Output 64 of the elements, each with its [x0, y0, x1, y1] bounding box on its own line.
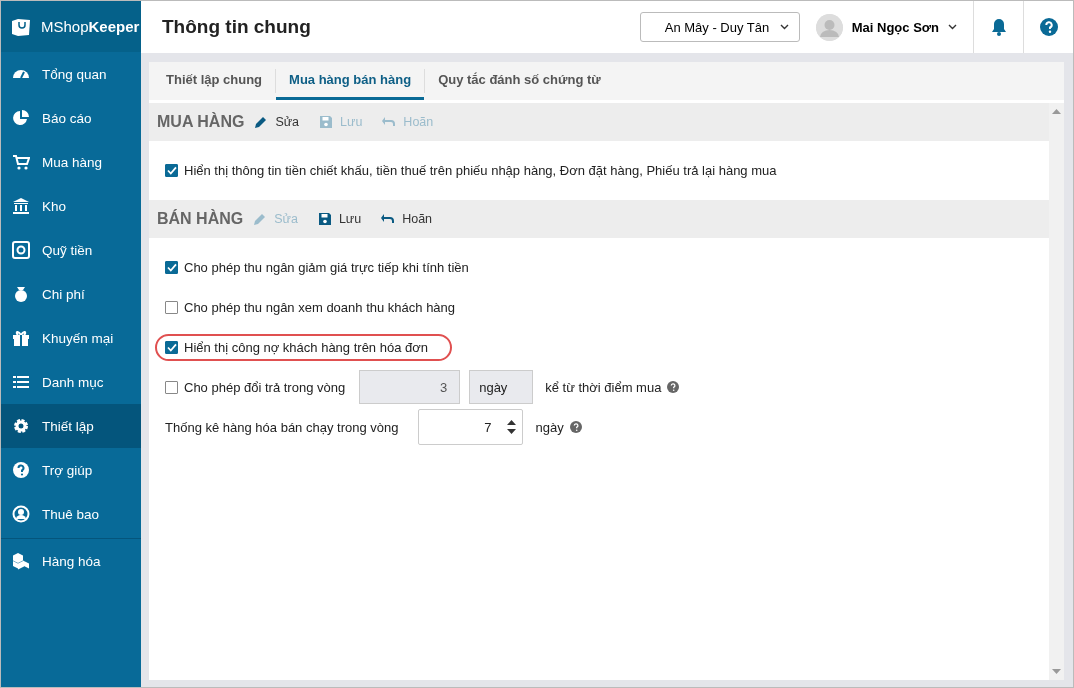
nav-icon: [12, 329, 30, 347]
action-button[interactable]: Lưu: [317, 212, 370, 226]
tab[interactable]: Mua hàng bán hàng: [276, 62, 425, 100]
action-button[interactable]: Sửa: [254, 115, 308, 129]
help-icon: [1039, 18, 1058, 36]
checkbox[interactable]: [165, 163, 178, 177]
sidebar-item[interactable]: Thuê bao: [1, 492, 141, 536]
sidebar-item[interactable]: Báo cáo: [1, 96, 141, 140]
caret-icon: [779, 24, 789, 30]
section-title: BÁN HÀNG: [157, 210, 244, 228]
bell-icon: [990, 18, 1007, 36]
nav-icon: [12, 109, 30, 127]
tab[interactable]: Thiết lập chung: [153, 62, 276, 100]
unit-label: ngày: [469, 370, 534, 404]
caret-icon: [948, 24, 957, 30]
nav-icon: [12, 285, 30, 303]
option-label: Cho phép đổi trả trong vòng: [184, 379, 346, 395]
save-icon: [317, 212, 332, 226]
nav-icon: [12, 197, 30, 215]
tab[interactable]: Quy tắc đánh số chứng từ: [425, 62, 614, 100]
sidebar-item[interactable]: Quỹ tiền: [1, 228, 141, 272]
sidebar-item[interactable]: Danh mục: [1, 360, 141, 404]
option-label: kể từ thời điểm mua: [545, 379, 662, 395]
save-icon: [319, 115, 334, 129]
shopping-bag-icon: [11, 17, 31, 36]
checkbox[interactable]: [165, 300, 178, 314]
sidebar-item[interactable]: Trợ giúp: [1, 448, 141, 492]
nav-icon: [12, 373, 30, 391]
user-menu[interactable]: Mai Ngọc Sơn: [815, 13, 957, 41]
pencil-icon: [254, 115, 269, 129]
sidebar-item[interactable]: Thiết lập: [1, 404, 141, 448]
pencil-icon: [253, 212, 268, 226]
nav-icon: [12, 461, 30, 479]
checkbox[interactable]: [165, 260, 178, 274]
sidebar-item[interactable]: Khuyến mại: [1, 316, 141, 360]
spin-arrows-icon[interactable]: [507, 419, 517, 435]
option-label: Cho phép thu ngân giảm giá trực tiếp khi tính tiền: [184, 259, 469, 275]
help-icon[interactable]: [569, 421, 582, 433]
app-logo: MShopKeeper: [41, 18, 140, 35]
sidebar-item[interactable]: Kho: [1, 184, 141, 228]
nav-icon: [12, 505, 30, 523]
sidebar-item[interactable]: Tổng quan: [1, 52, 141, 96]
section-title: MUA HÀNG: [157, 113, 245, 131]
option-label: Hiển thị công nợ khách hàng trên hóa đơn: [184, 339, 428, 355]
sidebar-item[interactable]: Mua hàng: [1, 140, 141, 184]
nav-icon: [12, 241, 30, 259]
unit-label: ngày: [535, 419, 564, 435]
sidebar-item[interactable]: Chi phí: [1, 272, 141, 316]
store-dropdown[interactable]: An Mây - Duy Tân: [639, 12, 800, 42]
number-stepper[interactable]: 7: [418, 409, 524, 445]
checkbox[interactable]: [165, 340, 178, 354]
action-button[interactable]: Hoãn: [381, 212, 441, 226]
nav-icon: [12, 552, 30, 570]
nav-icon: [12, 417, 30, 435]
undo-icon: [381, 212, 396, 226]
undo-icon: [382, 115, 397, 129]
checkbox[interactable]: [165, 380, 178, 394]
sidebar-item[interactable]: Hàng hóa: [1, 539, 141, 583]
help-icon[interactable]: [667, 381, 680, 393]
option-label: Cho phép thu ngân xem doanh thu khách hàng: [184, 299, 456, 315]
option-label: Thống kê hàng hóa bán chạy trong vòng: [165, 419, 399, 435]
option-label: Hiển thị thông tin tiền chiết khấu, tiền thuế trên phiếu nhập hàng, Đơn đặt hàng, Phiếu trả lại hàng mua: [184, 162, 777, 178]
page-title: Thông tin chung: [161, 16, 312, 38]
nav-icon: [12, 153, 30, 171]
